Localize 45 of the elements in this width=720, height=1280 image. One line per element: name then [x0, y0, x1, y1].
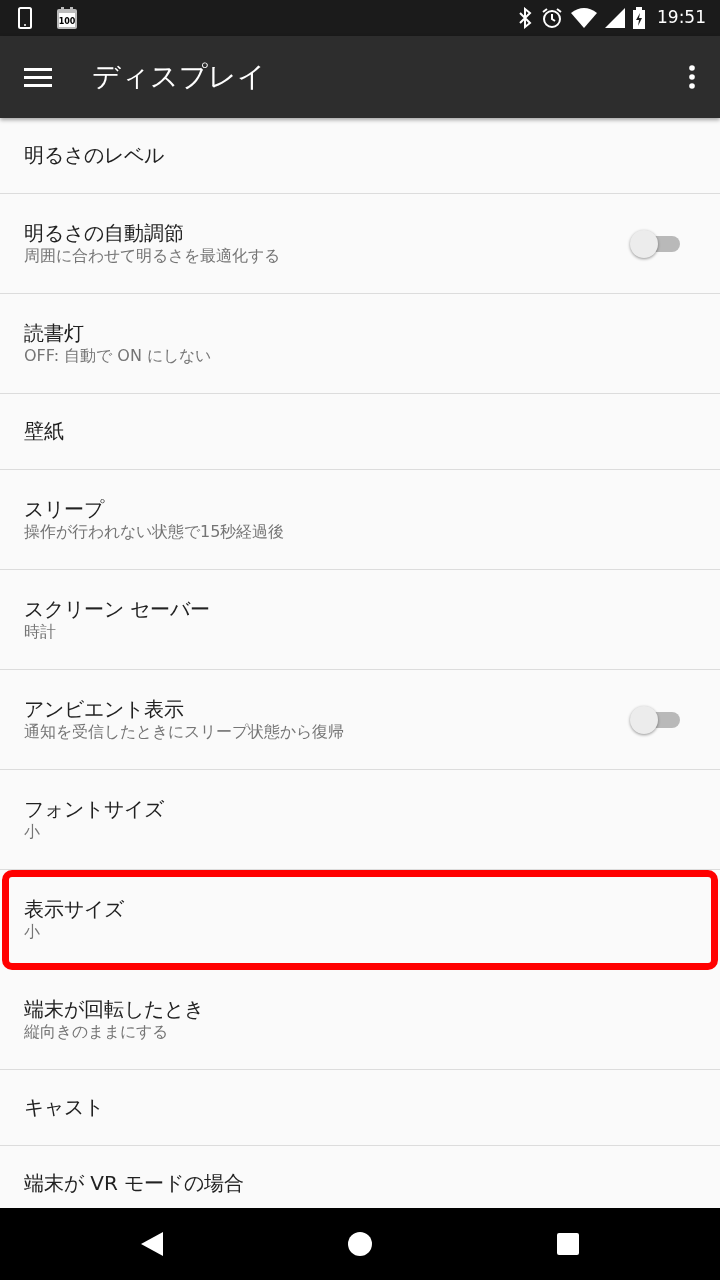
setting-summary: 小 — [24, 922, 41, 943]
setting-item[interactable]: キャスト — [0, 1070, 720, 1146]
setting-title: 壁紙 — [24, 419, 65, 444]
bluetooth-icon — [517, 7, 533, 29]
setting-summary: 通知を受信したときにスリープ状態から復帰 — [24, 721, 345, 743]
calendar-number: 100 — [58, 17, 76, 26]
setting-title: スリープ — [24, 496, 106, 522]
setting-item[interactable]: 読書灯 OFF: 自動で ON にしない — [0, 294, 720, 394]
status-time: 19:51 — [657, 6, 706, 30]
menu-icon[interactable] — [24, 67, 52, 87]
setting-item[interactable]: 明るさのレベル — [0, 118, 720, 194]
setting-item[interactable]: アンビエント表示 通知を受信したときにスリープ状態から復帰 — [0, 670, 720, 770]
more-options-icon[interactable] — [688, 65, 696, 89]
setting-item[interactable]: 明るさの自動調節 周囲に合わせて明るさを最適化する — [0, 194, 720, 294]
setting-title: 表示サイズ — [24, 897, 125, 923]
setting-summary: 縦向きのままにする — [24, 1021, 169, 1043]
overview-icon[interactable] — [557, 1233, 580, 1255]
setting-item[interactable]: 端末が回転したとき 縦向きのままにする — [0, 970, 720, 1070]
setting-title: スクリーン セーバー — [24, 596, 212, 622]
setting-summary: 操作が行われない状態で15秒経過後 — [24, 521, 286, 543]
setting-title: キャスト — [24, 1095, 105, 1120]
highlighted-setting-item[interactable]: 表示サイズ 小 — [2, 870, 718, 970]
setting-summary: 時計 — [24, 621, 57, 643]
setting-title: 明るさのレベル — [24, 143, 165, 168]
setting-title: フォントサイズ — [24, 796, 165, 822]
setting-item[interactable]: フォントサイズ 小 — [0, 770, 720, 870]
wifi-icon — [571, 8, 597, 28]
alarm-icon — [541, 7, 563, 29]
battery-icon — [633, 7, 645, 29]
setting-summary: OFF: 自動で ON にしない — [24, 345, 212, 367]
setting-title: 読書灯 — [24, 320, 85, 346]
setting-item[interactable]: 壁紙 — [0, 394, 720, 470]
setting-title: アンビエント表示 — [24, 696, 185, 722]
setting-summary: 周囲に合わせて明るさを最適化する — [24, 245, 281, 267]
setting-title: 明るさの自動調節 — [24, 220, 185, 246]
setting-item[interactable]: スリープ 操作が行われない状態で15秒経過後 — [0, 470, 720, 570]
phone-icon — [18, 7, 32, 29]
setting-item[interactable]: スクリーン セーバー 時計 — [0, 570, 720, 670]
setting-title: 端末が回転したとき — [24, 996, 205, 1022]
app-bar-title: ディスプレイ — [92, 59, 266, 95]
home-icon[interactable] — [348, 1232, 372, 1256]
setting-summary: 小 — [24, 821, 41, 843]
signal-icon — [605, 8, 625, 28]
back-icon[interactable] — [140, 1232, 163, 1256]
setting-title: 端末が VR モードの場合 — [24, 1171, 246, 1196]
